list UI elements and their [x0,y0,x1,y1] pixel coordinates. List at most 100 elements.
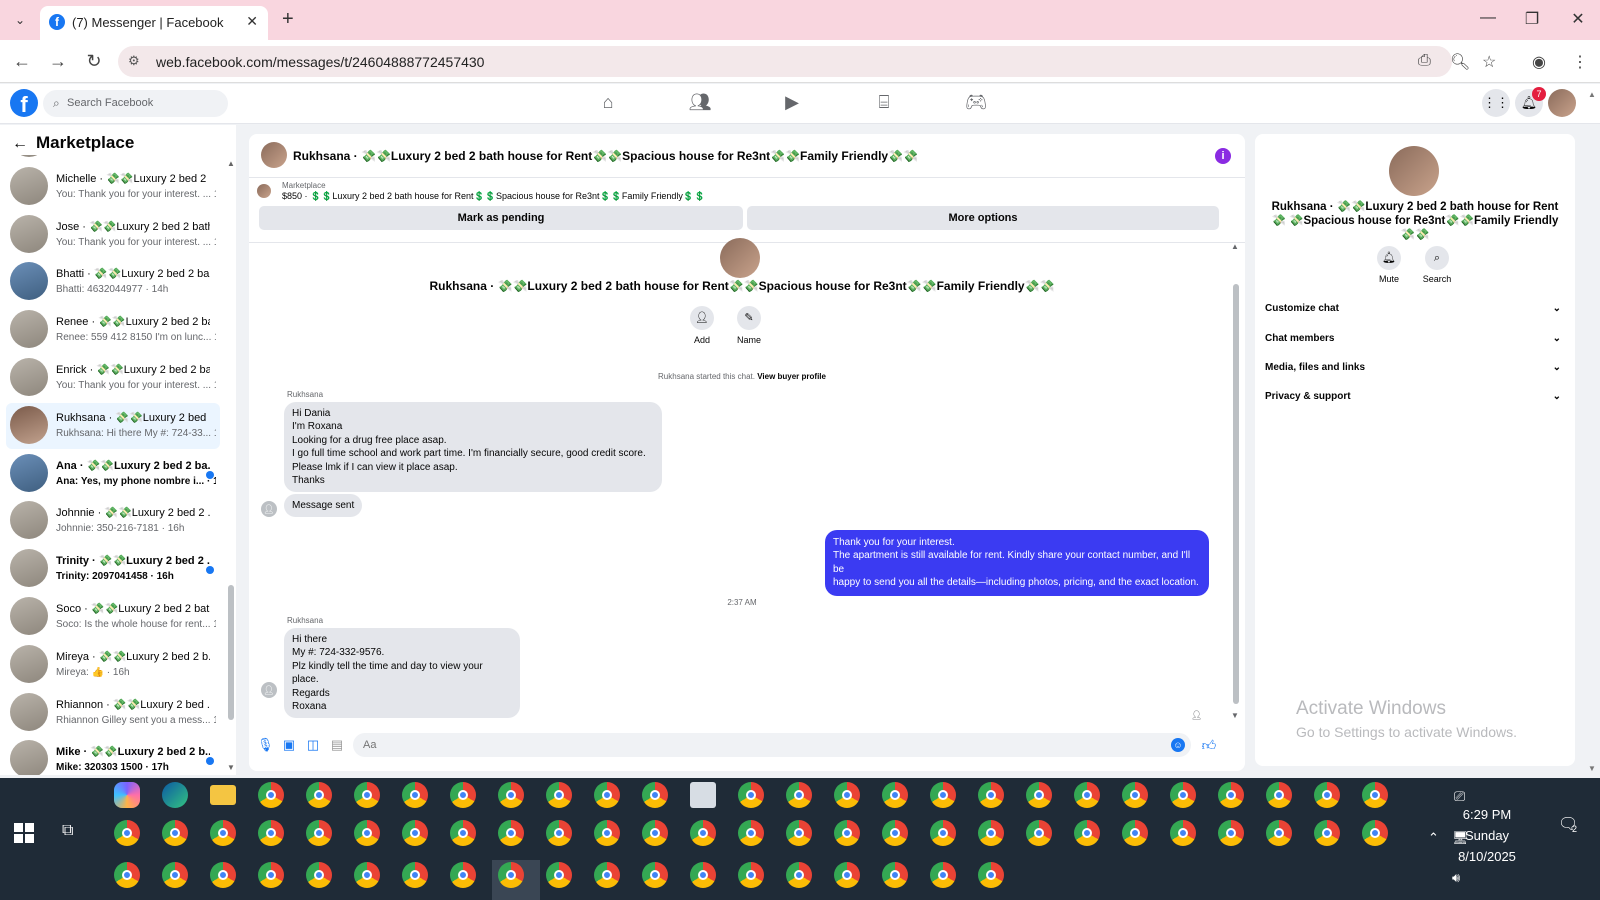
chrome-menu-icon[interactable]: ⋮ [1572,52,1588,72]
chrome-app-icon[interactable] [1026,782,1052,808]
minimize-icon[interactable]: — [1478,9,1498,27]
chrome-app-icon[interactable] [114,820,140,846]
chrome-app-icon[interactable] [1218,782,1244,808]
profile-icon[interactable]: ◉ [1532,52,1546,72]
info-icon[interactable]: i [1215,148,1231,164]
chrome-app-icon[interactable] [546,782,572,808]
chrome-app-icon[interactable] [306,862,332,888]
chrome-app-icon[interactable] [690,820,716,846]
show-hidden-icons-chevron-icon[interactable]: ⌃ [1428,830,1439,846]
chrome-app-icon[interactable] [642,820,668,846]
chrome-app-icon[interactable] [498,862,524,888]
chrome-app-icon[interactable] [594,782,620,808]
chrome-app-icon[interactable] [930,820,956,846]
gaming-icon[interactable]: 🎮︎ [962,92,990,113]
scroll-down-icon[interactable]: ▼ [1231,711,1239,720]
chrome-app-icon[interactable] [882,862,908,888]
chrome-app-icon[interactable] [546,862,572,888]
chat-list-item[interactable]: Mike · 💸💸Luxury 2 bed 2 b... Mike: 320303… [6,737,220,775]
chrome-app-icon[interactable] [834,782,860,808]
app-window-icon[interactable] [690,782,716,808]
chrome-app-icon[interactable] [882,820,908,846]
forward-arrow-icon[interactable]: → [46,50,70,72]
chrome-app-icon[interactable] [498,820,524,846]
listing-thumbnail[interactable] [257,184,271,198]
chat-list-item[interactable]: Bhatti · 💸💸Luxury 2 bed 2 ba... Bhatti: 4… [6,259,220,305]
chrome-app-icon[interactable] [402,820,428,846]
facebook-logo[interactable]: f [10,89,38,117]
scroll-up-icon[interactable]: ▲ [1231,242,1239,251]
incoming-message[interactable]: Message sent [284,494,363,518]
new-tab-plus-icon[interactable]: + [282,8,294,30]
chrome-app-icon[interactable] [354,862,380,888]
chrome-app-icon[interactable] [738,820,764,846]
url-text[interactable]: web.facebook.com/messages/t/246048887724… [156,54,484,70]
gif-icon[interactable]: ▤ [329,737,345,753]
chrome-app-icon[interactable] [210,820,236,846]
facebook-search-box[interactable]: ⌕ Search Facebook [43,90,228,117]
incoming-message[interactable]: Hi Dania I'm Roxana Looking for a drug f… [284,402,662,493]
chrome-app-icon[interactable] [1122,782,1148,808]
chat-list-item[interactable]: Rhiannon · 💸💸Luxury 2 bed ... Rhiannon Gi… [6,690,220,736]
chrome-app-icon[interactable] [930,782,956,808]
chrome-app-icon[interactable] [1026,820,1052,846]
incoming-message[interactable]: Hi there My #: 724-332-9576. Plz kindly … [284,628,520,719]
chrome-app-icon[interactable] [690,862,716,888]
chat-members-row[interactable]: Chat members ⌄ [1265,326,1561,352]
windows-start-icon[interactable] [14,823,34,843]
tab-search-chevron-icon[interactable]: ⌄ [10,10,30,30]
chat-list-item[interactable]: Johnnie · 💸💸Luxury 2 bed 2 ... Johnnie: 3… [6,498,220,544]
privacy-support-row[interactable]: Privacy & support ⌄ [1265,384,1561,410]
volume-icon[interactable]: 🔊︎ [1452,870,1460,886]
chat-list-item[interactable]: Jose · 💸💸Luxury 2 bed 2 bath... You: Than… [6,212,220,258]
chrome-app-icon[interactable] [978,820,1004,846]
chrome-app-icon[interactable] [1266,782,1292,808]
chat-title[interactable]: Rukhsana · 💸💸Luxury 2 bed 2 bath house f… [293,149,918,163]
chat-list-item[interactable]: Soco · 💸💸Luxury 2 bed 2 bat... Soco: Is t… [6,594,220,640]
chrome-app-icon[interactable] [786,782,812,808]
search-in-chat-button[interactable]: ⌕ Search [1413,246,1461,284]
chrome-app-icon[interactable] [162,820,188,846]
chat-list-item[interactable]: Ana · 💸💸Luxury 2 bed 2 ba... Ana: Yes, my… [6,451,220,497]
chat-list-item[interactable]: Rukhsana · 💸💸Luxury 2 bed ... Rukhsana: H… [6,402,220,449]
chrome-app-icon[interactable] [210,862,236,888]
restore-icon[interactable]: ❐ [1522,9,1542,29]
chrome-app-icon[interactable] [786,862,812,888]
chrome-app-icon[interactable] [1362,782,1388,808]
customize-chat-row[interactable]: Customize chat ⌄ [1265,296,1561,322]
chrome-app-icon[interactable] [258,782,284,808]
chrome-app-icon[interactable] [306,820,332,846]
edge-app-icon[interactable] [162,782,188,808]
edit-name-button[interactable]: ✎ Name [724,306,774,345]
back-arrow-icon[interactable]: ← [12,135,28,152]
task-view-icon[interactable]: ⧉ [62,822,82,842]
media-files-links-row[interactable]: Media, files and links ⌄ [1265,355,1561,381]
scroll-down-icon[interactable]: ▼ [227,763,235,772]
chrome-app-icon[interactable] [594,862,620,888]
menu-grid-icon[interactable]: ⋮⋮ [1482,89,1510,117]
add-people-button[interactable]: 👤︎ Add [677,306,727,345]
chrome-app-icon[interactable] [546,820,572,846]
friends-icon[interactable]: 👥︎ [686,92,714,113]
mute-button[interactable]: 🔔︎ Mute [1365,246,1413,284]
chrome-app-icon[interactable] [1074,782,1100,808]
bookmark-star-icon[interactable]: ☆ [1482,52,1496,72]
chrome-app-icon[interactable] [258,862,284,888]
chrome-app-icon[interactable] [1122,820,1148,846]
back-arrow-icon[interactable]: ← [10,50,34,72]
chrome-app-icon[interactable] [594,820,620,846]
thread-scrollbar[interactable] [1233,284,1239,704]
chrome-app-icon[interactable] [642,862,668,888]
close-window-icon[interactable]: ✕ [1568,9,1588,29]
file-explorer-icon[interactable] [210,785,236,805]
chrome-app-icon[interactable] [162,862,188,888]
chrome-app-icon[interactable] [786,820,812,846]
chrome-app-icon[interactable] [402,862,428,888]
chrome-app-icon[interactable] [738,782,764,808]
chrome-app-icon[interactable] [882,782,908,808]
chrome-app-icon[interactable] [642,782,668,808]
install-app-icon[interactable]: ⎙ [1418,52,1431,70]
page-scroll-up-icon[interactable]: ▲ [1588,90,1596,99]
sidebar-scrollbar[interactable] [228,585,234,720]
chrome-app-icon[interactable] [1266,820,1292,846]
